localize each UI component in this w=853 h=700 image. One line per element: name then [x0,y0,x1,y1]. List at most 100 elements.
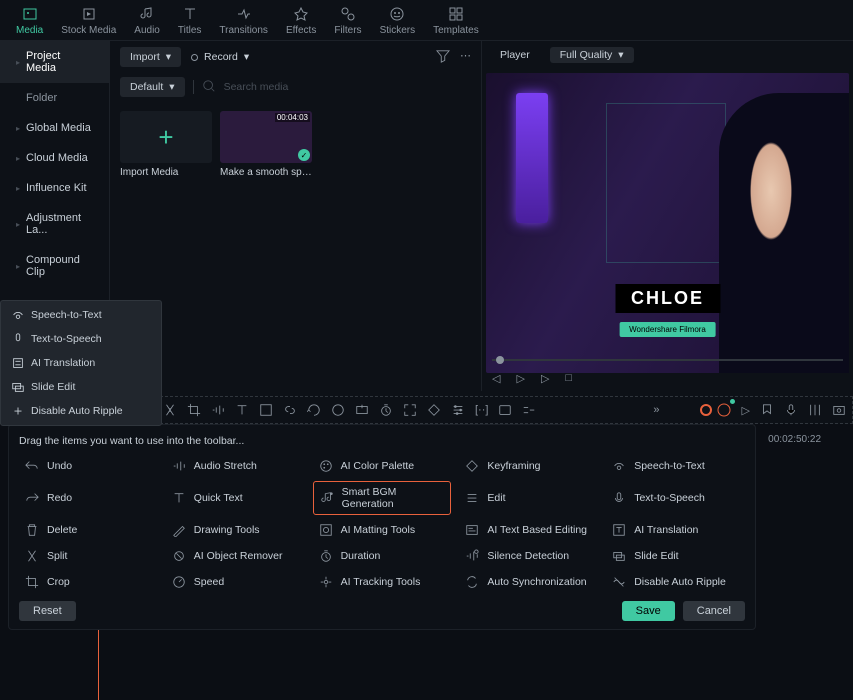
panel-footer: Reset Save Cancel [19,601,745,621]
link-icon[interactable] [283,403,297,417]
tool-item-ai-matting-tools[interactable]: AI Matting Tools [313,519,452,541]
tool-label: Smart BGM Generation [342,486,445,510]
ctx-item-disable-auto-ripple[interactable]: Disable Auto Ripple [1,399,161,423]
mic-icon[interactable] [784,403,798,417]
split-icon[interactable] [163,403,177,417]
tool-item-ai-color-palette[interactable]: AI Color Palette [313,455,452,477]
tool-item-crop[interactable]: Crop [19,571,158,593]
tool-item-ai-object-remover[interactable]: AI Object Remover [166,545,305,567]
cancel-button[interactable]: Cancel [683,601,745,621]
tool-item-delete[interactable]: Delete [19,519,158,541]
import-media-tile[interactable]: + [120,111,212,163]
stop-icon[interactable]: □ [565,372,572,385]
snapshot-icon[interactable] [832,403,846,417]
top-tab-stock-media[interactable]: Stock Media [61,6,116,36]
import-dropdown[interactable]: Import ▾ [120,47,181,67]
duration-icon[interactable] [379,403,393,417]
chevron-down-icon: ▾ [618,49,623,61]
tool-item-speed[interactable]: Speed [166,571,305,593]
reset-button[interactable]: Reset [19,601,76,621]
tool-item-ai-text-based-editing[interactable]: AI Text Based Editing [459,519,598,541]
player-controls: ◁ ▷ ▷ □ [482,372,853,385]
top-tab-media[interactable]: Media [16,6,43,36]
sidebar-item-influence-kit[interactable]: ▸Influence Kit [0,173,109,203]
top-tab-transitions[interactable]: Transitions [219,6,268,36]
tool-item-speech-to-text[interactable]: Speech-to-Text [606,455,745,477]
filter-icon[interactable] [436,49,450,66]
tool-item-keyframing[interactable]: Keyframing [459,455,598,477]
quality-dropdown[interactable]: Full Quality ▾ [550,47,634,63]
tool-item-quick-text[interactable]: Quick Text [166,481,305,515]
top-tab-filters[interactable]: Filters [334,6,361,36]
tool-item-duration[interactable]: Duration [313,545,452,567]
audio-stretch-icon[interactable] [211,403,225,417]
tool-label: Speech-to-Text [634,460,705,472]
sidebar-item-global-media[interactable]: ▸Global Media [0,113,109,143]
ctx-item-speech-to-text[interactable]: Speech-to-Text [1,303,161,327]
fit-icon[interactable] [403,403,417,417]
tool-item-drawing-tools[interactable]: Drawing Tools [166,519,305,541]
tool-item-ai-tracking-tools[interactable]: AI Tracking Tools [313,571,452,593]
tool-item-ai-translation[interactable]: AI Translation [606,519,745,541]
ai-button[interactable] [700,402,732,418]
tool-item-disable-auto-ripple[interactable]: Disable Auto Ripple [606,571,745,593]
tool-item-split[interactable]: Split [19,545,158,567]
text-icon[interactable] [235,403,249,417]
sidebar-item-compound-clip[interactable]: ▸Compound Clip [0,245,109,287]
color-icon[interactable] [331,403,345,417]
sidebar-item-project-media[interactable]: ▸Project Media [0,41,109,83]
more-tools-icon[interactable]: » [653,404,659,416]
tool-item-audio-stretch[interactable]: Audio Stretch [166,455,305,477]
ctx-label: Slide Edit [31,381,75,393]
player-tab[interactable]: Player [492,47,538,63]
tool-item-auto-synchronization[interactable]: Auto Synchronization [459,571,598,593]
ctx-item-slide-edit[interactable]: Slide Edit [1,375,161,399]
ctx-item-text-to-speech[interactable]: Text-to-Speech [1,327,161,351]
next-frame-icon[interactable]: ▷ [516,372,524,385]
scrubber[interactable] [492,359,843,361]
sidebar-item-folder[interactable]: Folder [0,83,109,113]
mixer-icon[interactable] [808,403,822,417]
adjust-icon[interactable] [259,403,273,417]
record-icon [191,54,198,61]
customize-toolbar-panel: Drag the items you want to use into the … [8,424,756,630]
bracket-icon[interactable]: [··] [475,404,488,416]
tool-item-silence-detection[interactable]: Silence Detection [459,545,598,567]
sidebar-item-adjustment-la-[interactable]: ▸Adjustment La... [0,203,109,245]
tool-item-undo[interactable]: Undo [19,455,158,477]
more-icon[interactable]: ⋯ [460,49,471,66]
tool-item-text-to-speech[interactable]: Text-to-Speech [606,481,745,515]
tool-item-slide-edit[interactable]: Slide Edit [606,545,745,567]
sort-dropdown[interactable]: Default ▾ [120,77,185,97]
top-tab-effects[interactable]: Effects [286,6,316,36]
video-preview[interactable]: CHLOE Wondershare Filmora [486,73,849,373]
top-tab-stickers[interactable]: Stickers [380,6,416,36]
tool-item-redo[interactable]: Redo [19,481,158,515]
sidebar-item-cloud-media[interactable]: ▸Cloud Media [0,143,109,173]
play-timeline-icon[interactable]: ▷ [742,404,750,417]
keyframe-icon[interactable] [427,403,441,417]
record-dropdown[interactable]: Record ▾ [191,51,249,63]
tool-item-edit[interactable]: Edit [459,481,598,515]
import-label: Import [130,51,160,63]
media-clip-tile[interactable]: 00:04:03 ✓ [220,111,312,163]
frame-icon[interactable] [498,403,512,417]
rotate-icon[interactable] [307,403,321,417]
track-icon[interactable] [522,403,536,417]
crop-icon[interactable] [187,403,201,417]
tab-label: Titles [178,25,202,36]
tool-item-smart-bgm-generation[interactable]: Smart BGM Generation [313,481,452,515]
top-tab-templates[interactable]: Templates [433,6,479,36]
save-button[interactable]: Save [622,601,675,621]
record-label: Record [204,51,238,63]
prev-frame-icon[interactable]: ◁ [492,372,500,385]
top-tab-titles[interactable]: Titles [178,6,202,36]
ctx-item-ai-translation[interactable]: AI Translation [1,351,161,375]
search-input[interactable] [224,81,471,93]
top-tab-audio[interactable]: Audio [134,6,160,36]
sliders-icon[interactable] [451,403,465,417]
export-frame-icon[interactable] [355,403,369,417]
play-icon[interactable]: ▷ [541,372,549,385]
marker-icon[interactable] [760,403,774,417]
tool-label: Redo [47,492,72,504]
